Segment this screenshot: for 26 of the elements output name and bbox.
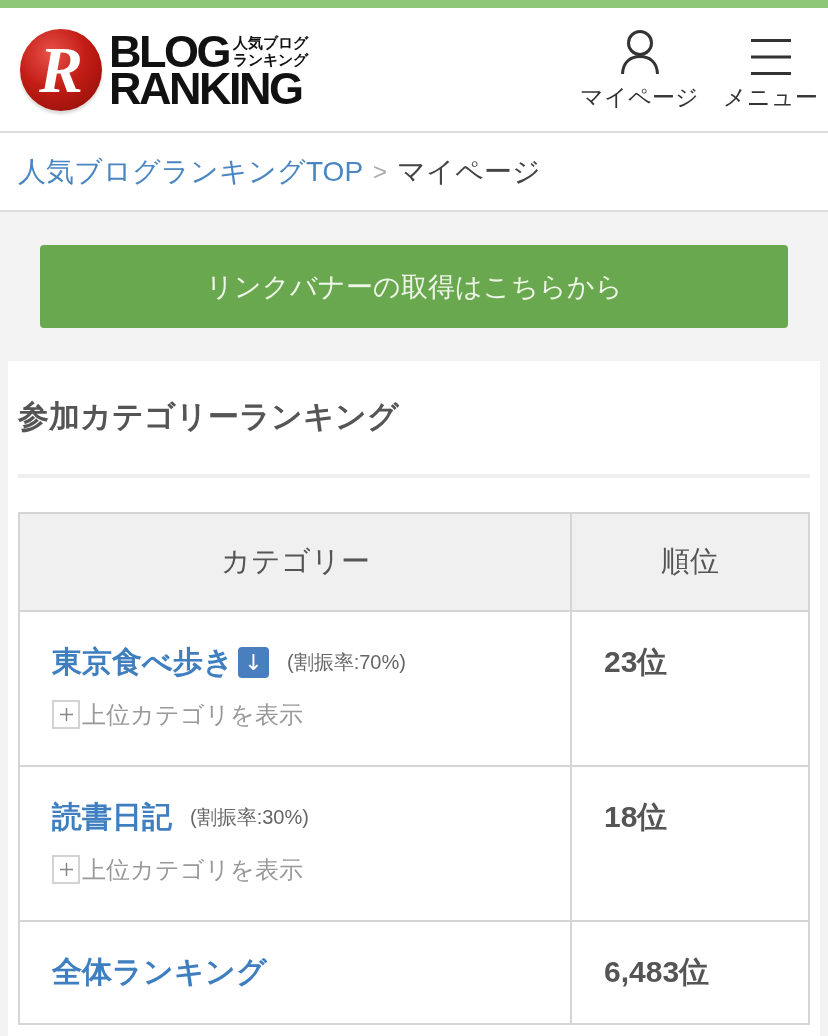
rank-cell: 23位	[571, 611, 809, 766]
share-text: (割振率:70%)	[287, 649, 406, 675]
logo-subtitle-text: ランキング	[233, 51, 308, 68]
share-text: (割振率:30%)	[190, 804, 309, 830]
column-header: カテゴリー	[19, 513, 571, 611]
section-heading: 参加カテゴリーランキング	[18, 398, 400, 436]
logo-emblem: R	[20, 28, 102, 111]
my-page-button[interactable]: マイページ	[580, 28, 699, 111]
category-link[interactable]: 読書日記	[52, 797, 172, 837]
show-parent-categories-toggle[interactable]: 上位カテゴリを表示	[52, 855, 303, 884]
rank-cell: 18位	[571, 766, 809, 921]
breadcrumb-current: マイページ	[397, 154, 542, 189]
logo-title-text: RANKING	[109, 69, 302, 107]
person-icon	[619, 28, 660, 75]
category-link[interactable]: 全体ランキング	[52, 952, 267, 992]
menu-icon	[750, 38, 791, 75]
category-link[interactable]: 東京食べ歩き	[52, 642, 234, 682]
column-header: 順位	[571, 513, 809, 611]
link-banner-button[interactable]: リンクバナーの取得はこちらから	[40, 245, 788, 328]
breadcrumb-link[interactable]: 人気ブログランキングTOP	[18, 152, 364, 191]
breadcrumb-separator: >	[373, 157, 388, 186]
logo-subtitle-text: 人気ブログ	[233, 34, 308, 51]
menu-button[interactable]: メニュー	[723, 38, 818, 111]
logo-title-text: BLOG	[109, 32, 229, 70]
rank-cell: 6,483位	[571, 921, 809, 1024]
show-parent-categories-toggle[interactable]: 上位カテゴリを表示	[52, 700, 303, 729]
